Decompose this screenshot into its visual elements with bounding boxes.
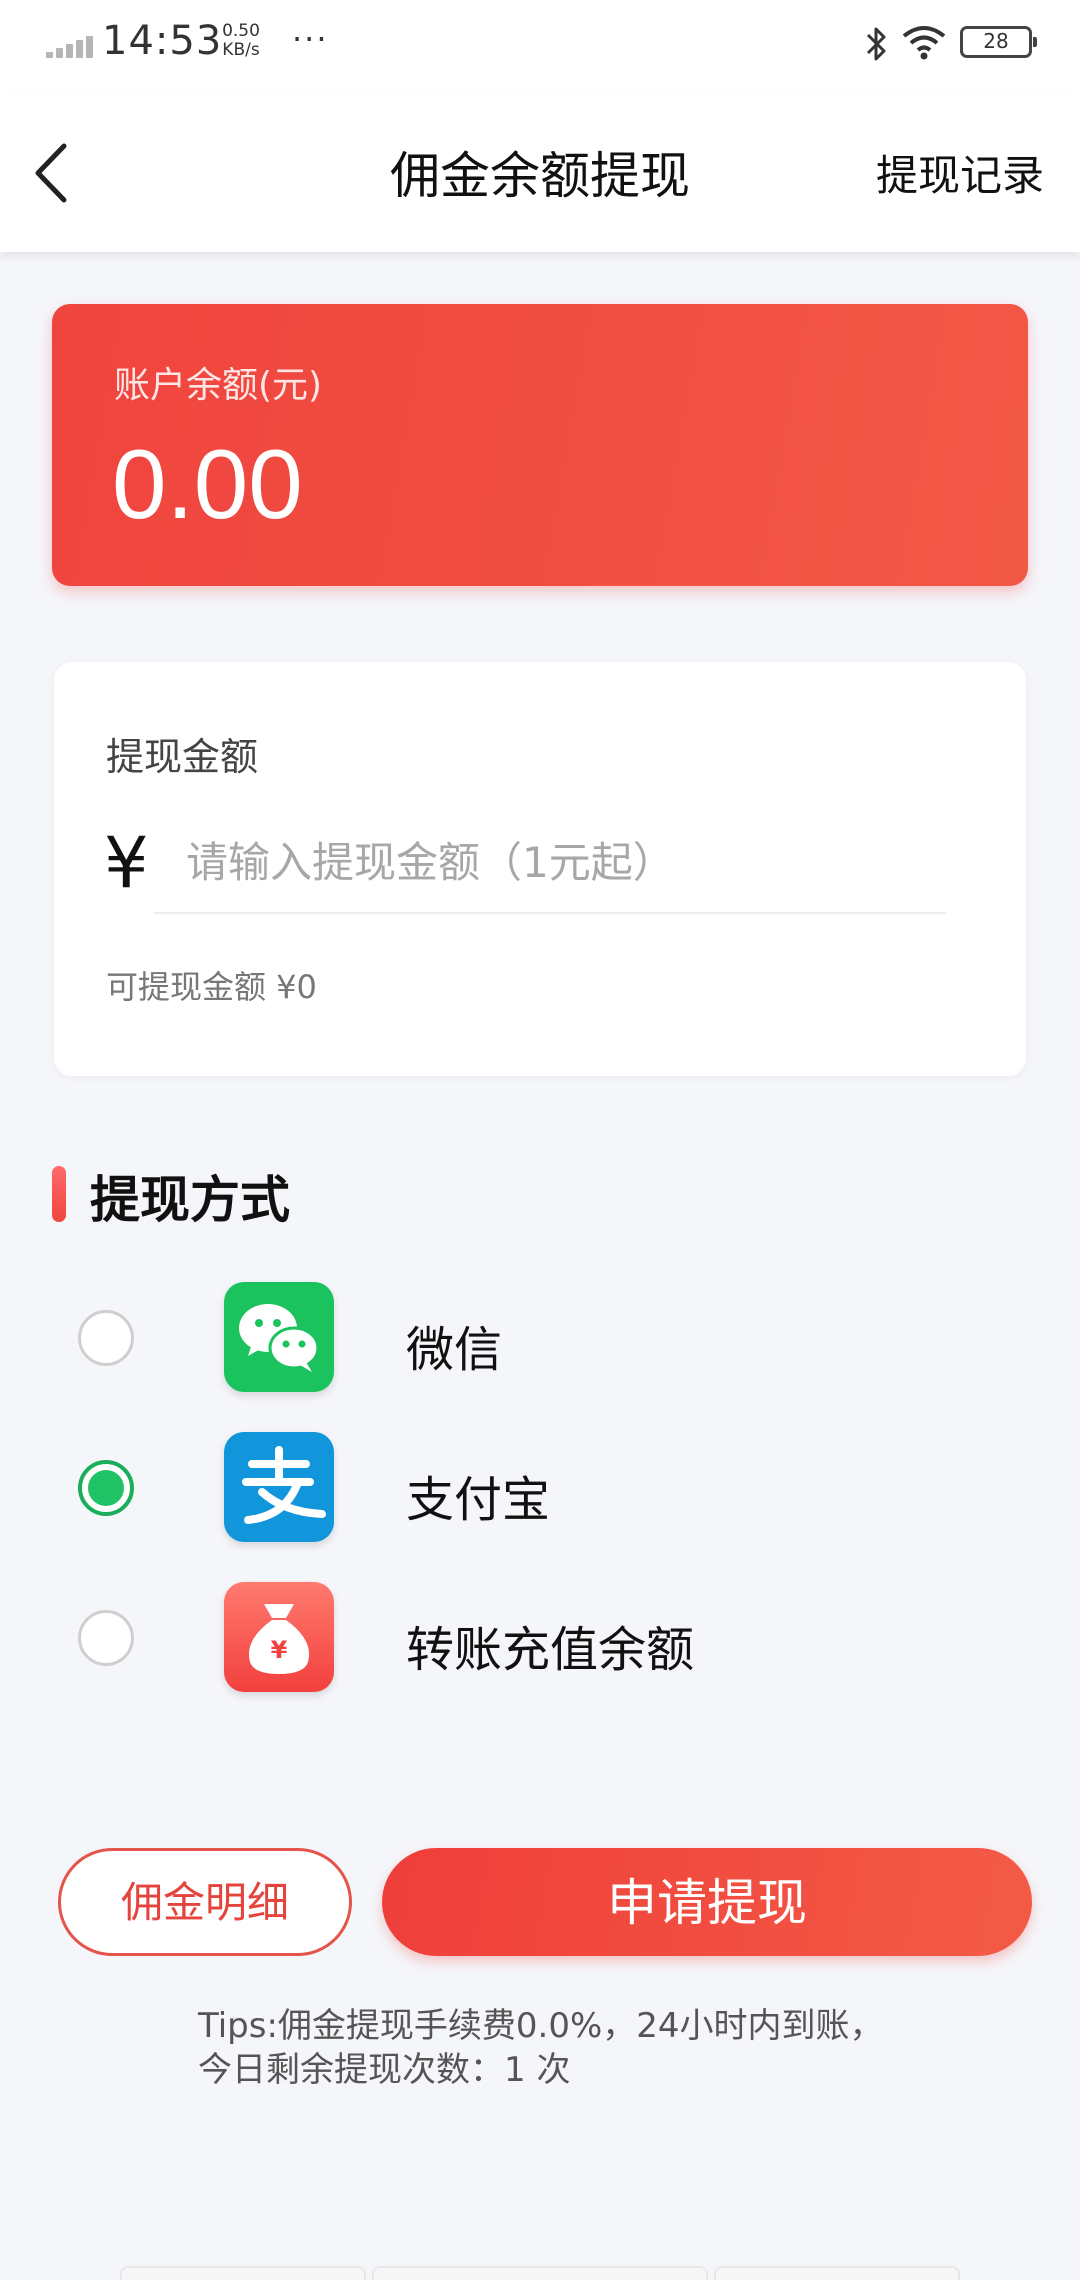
tips-line-1: Tips:佣金提现手续费0.0%，24小时内到账， [198,2006,884,2046]
more-notifications-icon: ··· [292,20,329,58]
method-balance[interactable]: ¥ 转账充值余额 [0,1568,1080,1708]
input-underline [154,912,946,914]
wechat-icon [224,1282,334,1392]
status-bar: 14:53 0.50 KB/s ··· 28 [0,0,1080,90]
commission-detail-button[interactable]: 佣金明细 [58,1848,352,1956]
withdraw-amount-input[interactable] [186,822,946,902]
currency-symbol: ¥ [104,822,149,904]
bottom-slot [372,2266,708,2280]
signal-icon [46,36,93,58]
status-time: 14:53 [102,18,223,64]
method-wechat[interactable]: 微信 [0,1268,1080,1408]
network-speed-unit: KB/s [222,40,260,60]
available-amount: 可提现金额 ¥0 [106,968,317,1006]
withdraw-amount-label: 提现金额 [106,735,259,779]
battery-icon: 28 [960,26,1037,58]
balance-value: 0.00 [112,429,303,539]
method-label-alipay: 支付宝 [406,1472,551,1528]
balance-label: 账户余额(元) [114,365,323,406]
svg-text:¥: ¥ [271,1636,288,1664]
method-alipay[interactable]: 支付宝 [0,1418,1080,1558]
alipay-icon [224,1432,334,1542]
withdraw-record-link[interactable]: 提现记录 [876,142,1044,203]
radio-wechat[interactable] [78,1310,134,1366]
withdraw-method-title: 提现方式 [90,1171,290,1229]
method-label-balance: 转账充值余额 [406,1622,695,1678]
money-bag-icon: ¥ [224,1582,334,1692]
method-label-wechat: 微信 [406,1322,503,1378]
tips-text: Tips:佣金提现手续费0.0%，24小时内到账， 今日剩余提现次数：1 次 [198,2004,884,2092]
bottom-slot [120,2266,366,2280]
tips-line-2: 今日剩余提现次数：1 次 [198,2050,571,2090]
wifi-icon [902,26,946,60]
network-speed-value: 0.50 [222,21,260,41]
bottom-slot [714,2266,960,2280]
nav-bar: 佣金余额提现 提现记录 [0,90,1080,252]
apply-withdraw-button[interactable]: 申请提现 [382,1848,1032,1956]
radio-balance[interactable] [78,1610,134,1666]
bluetooth-icon [866,27,886,61]
balance-card: 账户余额(元) 0.00 [52,304,1028,586]
section-accent-bar [52,1166,66,1222]
back-arrow-icon[interactable] [28,138,80,208]
withdraw-amount-card: 提现金额 ¥ 可提现金额 ¥0 [54,662,1026,1076]
radio-alipay[interactable] [78,1460,134,1516]
network-speed: 0.50 KB/s [216,22,266,60]
